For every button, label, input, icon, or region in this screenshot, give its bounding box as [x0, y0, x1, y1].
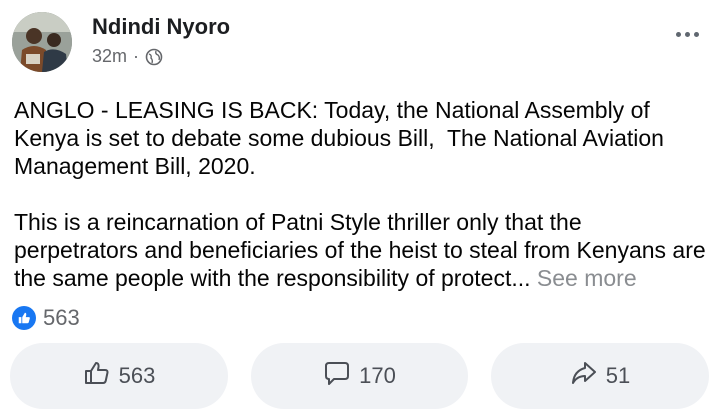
comment-button[interactable]: 170: [251, 343, 468, 409]
post-time[interactable]: 32m: [92, 46, 127, 67]
reactions-summary[interactable]: 563: [12, 305, 80, 331]
post-header: Ndindi Nyoro 32m ·: [12, 12, 708, 74]
like-icon: [83, 359, 111, 393]
avatar[interactable]: [12, 12, 72, 72]
like-button[interactable]: 563: [10, 343, 228, 409]
share-count: 51: [605, 363, 631, 388]
globe-icon: [145, 48, 163, 66]
like-reaction-icon: [12, 306, 36, 330]
comment-count: 170: [359, 363, 396, 388]
like-count: 563: [118, 363, 156, 388]
action-bar: 563 170 51: [10, 343, 710, 409]
meta-separator: ·: [133, 46, 140, 66]
share-button[interactable]: 51: [491, 343, 709, 409]
post-paragraph-2: This is a reincarnation of Patni Style t…: [14, 208, 710, 292]
post-paragraph-1: ANGLO - LEASING IS BACK: Today, the Nati…: [14, 97, 671, 179]
author-name[interactable]: Ndindi Nyoro: [92, 14, 230, 40]
more-options-icon[interactable]: [670, 22, 704, 46]
see-more-link[interactable]: See more: [537, 265, 637, 291]
share-icon: [570, 359, 598, 393]
post-meta: 32m ·: [92, 46, 163, 67]
comment-icon: [323, 359, 351, 393]
post-body: ANGLO - LEASING IS BACK: Today, the Nati…: [14, 96, 710, 320]
avatar-photo: [12, 12, 72, 72]
reaction-count: 563: [43, 305, 80, 330]
